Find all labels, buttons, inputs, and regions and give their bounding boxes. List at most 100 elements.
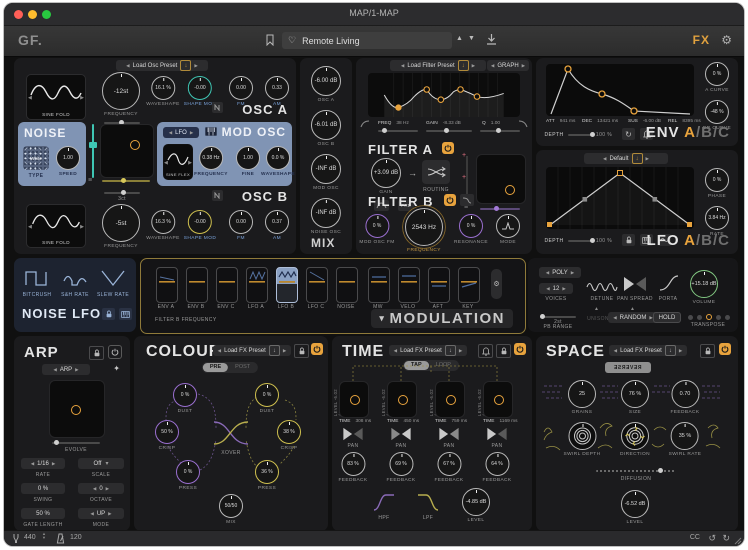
hold-button[interactable]: HOLD (653, 312, 681, 323)
randomize-sparkle-icon[interactable]: ✦ (113, 364, 120, 373)
lock-icon[interactable] (102, 308, 115, 320)
tuning-stepper-icon[interactable]: ▲▼ (42, 532, 46, 540)
filter-preset-selector[interactable]: Load Filter Preset↓ (390, 60, 486, 71)
gate-length-value[interactable]: 50 % (21, 508, 65, 519)
routing-button[interactable] (422, 160, 450, 184)
next-wave-icon[interactable]: ▶ (80, 95, 84, 101)
filter-a-gain-knob[interactable]: +3.09 dB GAIN (371, 158, 401, 195)
tuning-value[interactable]: 440 (24, 534, 36, 541)
load-preset-icon[interactable]: ↓ (445, 345, 456, 356)
save-preset-icon[interactable] (486, 33, 497, 46)
arp-power-button[interactable] (108, 345, 122, 359)
settings-gear-icon[interactable]: ⚙ (721, 33, 732, 47)
mod-osc-fine-knob[interactable]: 1.00 FINE (236, 146, 260, 177)
load-preset-icon[interactable]: ↓ (632, 153, 643, 164)
mod-slot-noise[interactable] (336, 267, 358, 303)
mod-settings-gear-icon[interactable]: ⚙ (491, 269, 502, 299)
slew-rate-icon[interactable] (100, 268, 126, 288)
load-preset-icon[interactable]: ↓ (269, 345, 280, 356)
reverb-mode-badge[interactable]: ƎƧЯƎVƎЯ (605, 362, 651, 373)
noise-speed-knob[interactable]: 1.00 SPEED (56, 146, 80, 177)
mod-osc-rate-selector[interactable]: LFO (163, 127, 199, 138)
library-icon[interactable] (266, 34, 274, 46)
mix-mod-osc-knob[interactable]: -INF dB MOD OSC (311, 154, 341, 191)
mod-osc-waveshape-knob[interactable]: 0.0 % WAVESHAPE (261, 146, 295, 177)
prev-wave-icon[interactable]: ◀ (28, 95, 32, 101)
arp-xy-pad[interactable] (49, 380, 105, 438)
lowcut-icon[interactable] (360, 120, 370, 128)
lock-icon[interactable] (496, 344, 511, 358)
osc-b-fm-knob[interactable]: 0.00 FM (229, 210, 253, 241)
osc-b-frequency-knob[interactable]: -5st FREQUENCY (102, 204, 140, 249)
mix-osc-a-knob[interactable]: -6.00 dB OSC A (311, 66, 341, 103)
mod-slot-key[interactable] (458, 267, 480, 303)
random-stepper[interactable]: RANDOM (608, 312, 658, 323)
env-a-curve-knob[interactable]: 0 % A CURVE (705, 62, 729, 93)
xy-pad-dot[interactable] (505, 185, 515, 195)
tap-3-pad[interactable] (435, 381, 465, 418)
menu-handle-icon[interactable]: ≡ (88, 177, 92, 184)
filter-b-resonance-knob[interactable]: 0 % RESONANCE (454, 214, 488, 245)
colour-dust-right-knob[interactable]: 0 % DUST (255, 383, 279, 414)
lock-icon[interactable] (700, 344, 715, 358)
filter-eq-graph[interactable] (368, 73, 520, 117)
mode-stepper[interactable]: UP (78, 508, 124, 519)
tap-2-pan-icon[interactable] (389, 427, 413, 441)
osc-preset-selector[interactable]: Load Osc Preset↓ (116, 60, 208, 71)
modulation-title[interactable]: ▾ MODULATION (371, 309, 513, 328)
mod-depth-vslider[interactable] (92, 124, 94, 178)
osc-a-waveform-display[interactable]: ◀ ▶ SINE FOLD (26, 74, 86, 120)
noise-type-display[interactable]: White (23, 146, 49, 170)
filter-pad-hslider[interactable] (480, 208, 520, 210)
scale-dropdown[interactable]: Off (78, 458, 124, 469)
filter-a-power-button[interactable] (442, 142, 454, 154)
mod-slot-velo[interactable] (398, 267, 420, 303)
grains-knob[interactable]: 25 GRAINS (568, 380, 596, 415)
load-preset-icon[interactable]: ↓ (458, 60, 469, 71)
mod-slot-env-b[interactable] (186, 267, 208, 303)
colour-crisp-right-knob[interactable]: 38 % CRISP (277, 420, 301, 451)
diffusion-slider[interactable] (596, 470, 676, 472)
xover-graphic[interactable] (212, 420, 250, 446)
pre-post-toggle[interactable]: PREPOST (202, 362, 258, 373)
filter-b-frequency-knob[interactable]: 2543 Hz FREQUENCY (405, 208, 443, 253)
mod-slot-lfo-c[interactable] (306, 267, 328, 303)
bitcrush-icon[interactable] (24, 268, 50, 288)
filter-xy-pad[interactable] (476, 154, 526, 204)
filter-b-power-button[interactable] (444, 194, 456, 206)
direction-knob[interactable]: DIRECTION (620, 422, 650, 457)
next-wave-icon[interactable]: ▶ (188, 160, 192, 166)
size-knob[interactable]: 76 % SIZE (621, 380, 649, 415)
osc-b-waveform-display[interactable]: ◀ ▶ SINE FOLD (26, 204, 86, 248)
env-graph[interactable] (546, 64, 694, 116)
preset-prev-icon[interactable]: ▲ (456, 35, 463, 42)
transpose-dots[interactable] (688, 314, 730, 320)
tap-4-pan-icon[interactable] (485, 427, 509, 441)
osc-b-fine-slider[interactable] (104, 192, 140, 194)
tap-1-feedback-knob[interactable]: 83 % FEEDBACK (338, 452, 367, 483)
poly-mode-selector[interactable]: POLY (539, 267, 581, 278)
space-level-knob[interactable]: -6.52 dB LEVEL (621, 490, 649, 525)
osc-morph-slider[interactable] (102, 180, 150, 182)
colour-press-right-knob[interactable]: 36 % PRESS (255, 460, 279, 491)
lpf-icon[interactable] (416, 492, 440, 512)
piano-keys-icon[interactable] (119, 308, 132, 320)
mod-slot-env-c[interactable] (216, 267, 238, 303)
prev-wave-icon[interactable]: ◀ (28, 224, 32, 230)
undo-icon[interactable]: ↺ (708, 533, 716, 544)
xy-pad-dot[interactable] (130, 140, 140, 150)
space-preset-selector[interactable]: Load FX Preset↓ (609, 345, 687, 356)
colour-press-left-knob[interactable]: 0 % PRESS (176, 460, 200, 491)
lfo-depth-slider[interactable] (568, 240, 594, 242)
osc-b-shapemod-knob[interactable]: -0.00 SHAPE MOD (184, 210, 216, 241)
rate-stepper[interactable]: 1/16 (21, 458, 65, 469)
freq-slider[interactable] (378, 130, 418, 132)
osc-b-am-knob[interactable]: 0.37 AM (265, 210, 289, 241)
tap-loop-toggle[interactable]: TAPLOOP (403, 360, 459, 371)
lfo-preset-selector[interactable]: Default↓ (584, 153, 668, 164)
porta-icon[interactable] (658, 274, 680, 292)
tap-4-pad[interactable] (483, 381, 513, 418)
snh-rate-icon[interactable] (62, 268, 88, 288)
resize-grip-icon[interactable] (734, 537, 742, 545)
mod-osc-frequency-knob[interactable]: 0.38 Hz FREQUENCY (194, 146, 228, 177)
